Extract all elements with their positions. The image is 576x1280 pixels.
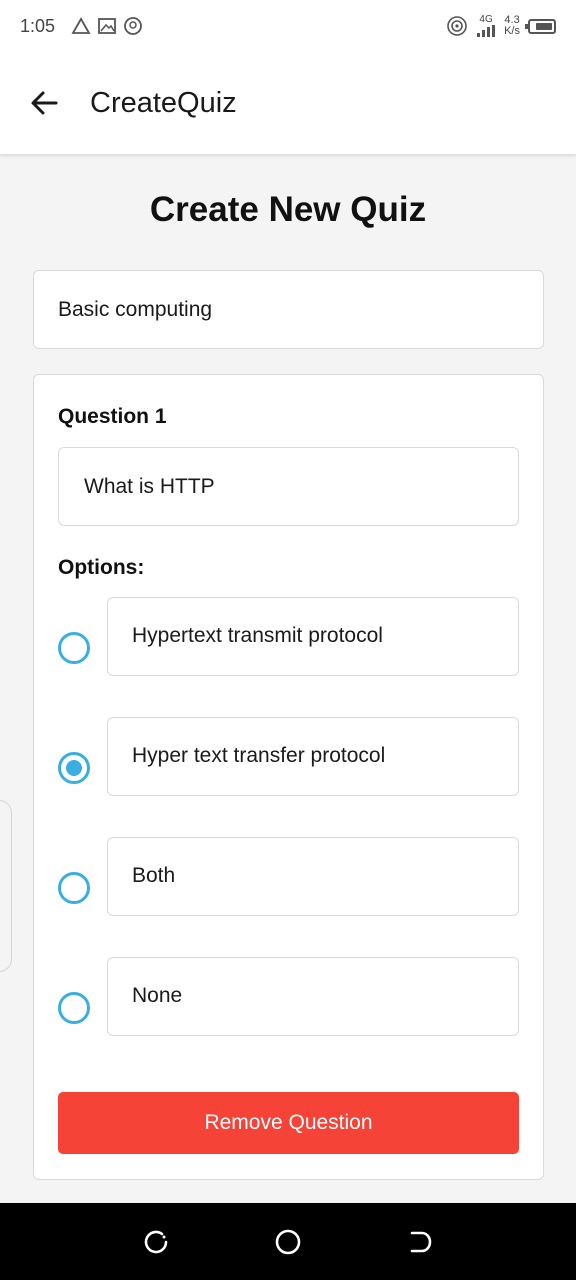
option-input[interactable]: Hypertext transmit protocol — [107, 597, 519, 676]
option-radio-selected[interactable] — [58, 752, 90, 784]
option-input[interactable]: Hyper text transfer protocol — [107, 717, 519, 796]
option-radio[interactable] — [58, 992, 90, 1024]
back-nav-button[interactable] — [400, 1222, 440, 1262]
option-radio[interactable] — [58, 872, 90, 904]
image-icon — [98, 18, 116, 34]
quiz-title-input[interactable]: Basic computing — [33, 270, 544, 349]
remove-question-button[interactable]: Remove Question — [58, 1092, 519, 1154]
signal-indicator: 4G — [476, 15, 496, 37]
signal-icon — [477, 25, 496, 37]
recent-apps-button[interactable] — [136, 1222, 176, 1262]
battery-icon — [525, 18, 556, 34]
status-time: 1:05 — [20, 15, 56, 36]
hotspot-icon — [447, 16, 467, 36]
question-card: Question 1 What is HTTP Options: Hyperte… — [33, 374, 544, 1180]
back-nav-icon — [410, 1231, 432, 1252]
options-label: Options: — [58, 556, 145, 579]
net-speed: 4.3 K/s — [504, 15, 520, 37]
option-radio[interactable] — [58, 632, 90, 664]
back-button[interactable] — [26, 85, 62, 121]
option-row: Hypertext transmit protocol — [54, 597, 520, 677]
recent-apps-icon — [144, 1230, 168, 1253]
option-input[interactable]: Both — [107, 837, 519, 916]
option-row: Hyper text transfer protocol — [54, 717, 520, 797]
option-input[interactable]: None — [107, 957, 519, 1036]
question-label: Question 1 — [58, 405, 167, 428]
network-type: 4G — [479, 14, 493, 25]
status-bar: 1:05 4G 4.3 K/s — [0, 0, 576, 52]
warning-triangle-icon — [71, 17, 91, 34]
question-input[interactable]: What is HTTP — [58, 447, 519, 526]
page-title: Create New Quiz — [149, 190, 427, 229]
arrow-left-icon — [31, 91, 58, 115]
app-bar: CreateQuiz — [0, 52, 576, 154]
home-icon — [275, 1229, 301, 1254]
location-icon — [124, 17, 142, 35]
option-row: None — [54, 957, 520, 1037]
app-title: CreateQuiz — [90, 86, 237, 119]
system-nav-bar — [0, 1203, 576, 1280]
edge-panel-handle[interactable] — [0, 800, 12, 972]
home-button[interactable] — [268, 1222, 308, 1262]
net-speed-unit: K/s — [504, 25, 520, 37]
option-row: Both — [54, 837, 520, 917]
